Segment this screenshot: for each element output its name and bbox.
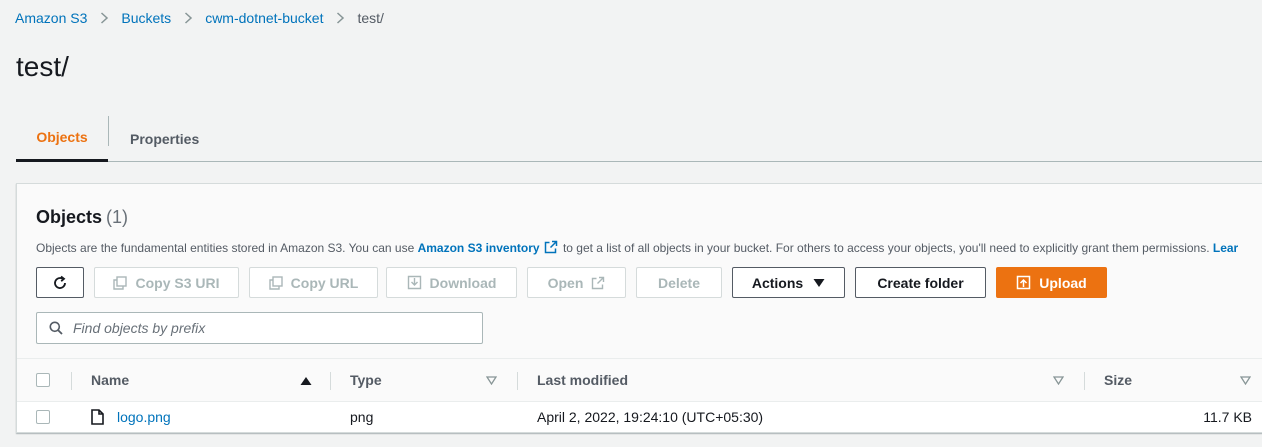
refresh-button[interactable] bbox=[36, 267, 84, 298]
objects-description: Objects are the fundamental entities sto… bbox=[36, 240, 1238, 255]
upload-label: Upload bbox=[1039, 274, 1087, 291]
select-all-cell bbox=[36, 359, 50, 401]
copy-url-label: Copy URL bbox=[290, 274, 359, 291]
column-header-type[interactable]: Type bbox=[350, 359, 382, 401]
table-header: Name Type Last modified Size bbox=[17, 358, 1262, 402]
objects-count: (1) bbox=[106, 207, 129, 227]
copy-s3-uri-label: Copy S3 URI bbox=[135, 274, 220, 291]
description-text: Objects are the fundamental entities sto… bbox=[36, 241, 418, 255]
column-header-last-modified[interactable]: Last modified bbox=[537, 359, 628, 401]
chevron-right-icon bbox=[171, 12, 205, 24]
external-link-icon bbox=[592, 276, 605, 289]
chevron-right-icon bbox=[87, 12, 121, 24]
file-icon bbox=[91, 409, 104, 425]
column-divider bbox=[1084, 372, 1085, 390]
name-cell: logo.png bbox=[91, 402, 171, 432]
copy-url-button[interactable]: Copy URL bbox=[249, 267, 378, 298]
open-label: Open bbox=[547, 274, 584, 291]
objects-panel: Objects (1) Objects are the fundamental e… bbox=[16, 183, 1262, 433]
last-modified-cell: April 2, 2022, 19:24:10 (UTC+05:30) bbox=[537, 409, 764, 425]
refresh-icon bbox=[54, 275, 66, 289]
search-icon bbox=[49, 321, 63, 335]
create-folder-button[interactable]: Create folder bbox=[855, 267, 986, 298]
copy-s3-uri-button[interactable]: Copy S3 URI bbox=[94, 267, 239, 298]
upload-button[interactable]: Upload bbox=[996, 267, 1107, 298]
type-cell: png bbox=[350, 409, 374, 425]
column-header-name[interactable]: Name bbox=[91, 359, 129, 401]
upload-icon bbox=[1017, 275, 1031, 290]
download-icon bbox=[407, 275, 421, 290]
create-folder-label: Create folder bbox=[877, 274, 964, 291]
download-button[interactable]: Download bbox=[386, 267, 517, 298]
column-header-size[interactable]: Size bbox=[1104, 359, 1132, 401]
row-checkbox[interactable] bbox=[36, 410, 50, 424]
search-input[interactable] bbox=[71, 319, 451, 337]
copy-icon bbox=[268, 275, 283, 290]
external-link-icon bbox=[544, 240, 557, 254]
breadcrumb-bucket[interactable]: cwm-dotnet-bucket bbox=[205, 10, 323, 26]
select-all-checkbox[interactable] bbox=[36, 373, 50, 387]
tab-objects[interactable]: Objects bbox=[16, 116, 108, 162]
caret-down-icon bbox=[813, 278, 825, 287]
breadcrumb-buckets[interactable]: Buckets bbox=[121, 10, 171, 26]
file-name-link[interactable]: logo.png bbox=[117, 409, 171, 425]
actions-label: Actions bbox=[751, 274, 804, 291]
search-field[interactable] bbox=[36, 312, 483, 344]
delete-label: Delete bbox=[657, 274, 701, 291]
tab-properties[interactable]: Properties bbox=[109, 116, 199, 161]
open-button[interactable]: Open bbox=[527, 267, 626, 298]
description-text-2: to get a list of all objects in your buc… bbox=[559, 241, 1213, 255]
copy-icon bbox=[113, 275, 128, 290]
breadcrumb-current: test/ bbox=[357, 10, 384, 26]
size-cell: 11.7 KB bbox=[1203, 409, 1252, 425]
sort-icon[interactable] bbox=[486, 376, 497, 385]
column-divider bbox=[517, 372, 518, 390]
objects-heading-label: Objects bbox=[36, 207, 103, 227]
inventory-link[interactable]: Amazon S3 inventory bbox=[418, 241, 540, 255]
download-label: Download bbox=[429, 274, 497, 291]
actions-dropdown[interactable]: Actions bbox=[732, 267, 845, 298]
delete-button[interactable]: Delete bbox=[636, 267, 722, 298]
table-row[interactable]: logo.png png April 2, 2022, 19:24:10 (UT… bbox=[17, 402, 1262, 432]
sort-icon[interactable] bbox=[1053, 376, 1064, 385]
breadcrumb: Amazon S3 Buckets cwm-dotnet-bucket test… bbox=[15, 8, 384, 28]
column-divider bbox=[330, 372, 331, 390]
column-divider bbox=[71, 372, 72, 390]
learn-more-link[interactable]: Lear bbox=[1213, 241, 1238, 255]
chevron-right-icon bbox=[323, 12, 357, 24]
objects-heading: Objects (1) bbox=[36, 207, 128, 228]
page-title: test/ bbox=[16, 51, 69, 82]
breadcrumb-amazon-s3[interactable]: Amazon S3 bbox=[15, 10, 87, 26]
sort-icon[interactable] bbox=[1240, 376, 1251, 385]
row-select-cell bbox=[36, 402, 50, 432]
sort-ascending-icon[interactable] bbox=[300, 376, 312, 386]
tab-bar: Objects Properties bbox=[16, 116, 1262, 162]
